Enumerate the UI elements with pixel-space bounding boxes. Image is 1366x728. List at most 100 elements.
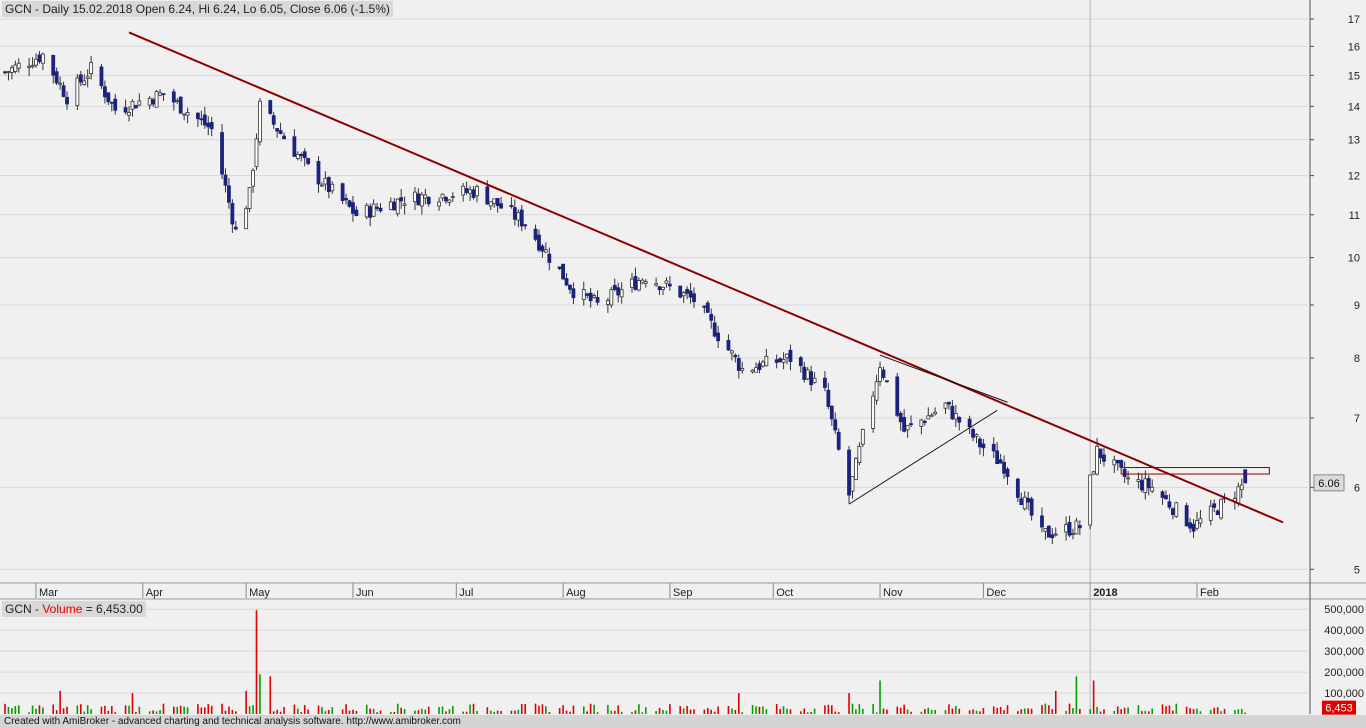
volume-header-prefix: GCN - (5, 602, 43, 616)
volume-bar (52, 704, 55, 714)
price-tick-label: 17 (1348, 14, 1360, 26)
volume-bar (1017, 711, 1019, 714)
volume-bar (806, 712, 809, 714)
candle-body (440, 193, 445, 199)
volume-bar (400, 707, 402, 714)
candle-body (902, 417, 907, 432)
volume-bar (90, 709, 92, 714)
candle-body (1088, 474, 1093, 526)
chart-window: 5 6 7 8 9 10 11 12 13 14 15 16 17 Mar Apr May Jun Jul Aug S… (0, 0, 1366, 728)
candle-body (34, 58, 38, 66)
volume-bar (520, 704, 523, 714)
stock-chart[interactable]: 5 6 7 8 9 10 11 12 13 14 15 16 17 Mar Apr May Jun Jul Aug S… (0, 0, 1366, 715)
volume-bar (162, 703, 165, 714)
candle-body (633, 276, 638, 290)
volume-bar (307, 709, 309, 714)
volume-bar (276, 709, 278, 714)
volume-bar (879, 680, 881, 714)
volume-bar (762, 706, 764, 714)
volume-bar (1020, 709, 1023, 714)
candle-body (399, 197, 404, 202)
volume-bar (469, 704, 471, 714)
volume-bar (620, 711, 623, 714)
volume-bar (910, 711, 912, 714)
candle-body (636, 280, 641, 291)
volume-bar (476, 710, 478, 714)
candle-body (161, 93, 166, 96)
candle-body (971, 428, 975, 438)
volume-bar (279, 711, 282, 714)
candle-body (330, 183, 335, 192)
volume-bar (1054, 690, 1057, 714)
volume-bar (341, 709, 344, 714)
candle-body (206, 122, 211, 128)
candle-body (147, 97, 152, 106)
price-tick-label: 8 (1354, 353, 1360, 365)
candle-body (664, 280, 669, 284)
volume-bar (427, 706, 430, 714)
candle-body (151, 99, 156, 105)
volume-bar (197, 704, 199, 714)
candle-body (974, 434, 979, 437)
volume-bar (872, 704, 874, 714)
volume-bar (200, 707, 203, 714)
candle-body (109, 101, 114, 104)
candle-body (368, 206, 373, 218)
candle-body (268, 100, 273, 114)
volume-bar (228, 706, 230, 714)
candle-body (275, 128, 280, 132)
candle-body (847, 449, 851, 496)
candle-body (1188, 522, 1192, 529)
last-price-label: 6.06 (1318, 478, 1339, 490)
volume-bar (1240, 708, 1243, 714)
volume-bar (369, 708, 371, 714)
candle-body (609, 289, 614, 306)
volume-bar (179, 705, 182, 714)
month-label: Dec (986, 587, 1006, 599)
candle-body (202, 114, 207, 126)
price-header: GCN - Daily 15.02.2018 Open 6.24, Hi 6.2… (2, 1, 393, 17)
candle-body (1191, 523, 1196, 532)
candle-body (1050, 534, 1055, 539)
volume-bar (638, 704, 640, 714)
candle-body (516, 212, 521, 221)
candle-body (953, 412, 958, 420)
volume-bar (979, 711, 981, 714)
candle-body (788, 349, 793, 362)
candle-body (16, 62, 21, 69)
candle-body (857, 446, 862, 464)
volume-bar (66, 706, 68, 714)
volume-bar (235, 711, 237, 714)
candle-body (419, 194, 424, 207)
volume-bar (951, 708, 954, 714)
candle-body (378, 207, 383, 212)
candle-body (523, 224, 528, 227)
volume-bar (393, 712, 396, 714)
candle-body (134, 105, 138, 109)
candle-body (37, 54, 42, 63)
volume-bar (28, 712, 30, 714)
volume-bar (999, 706, 1002, 714)
volume-bar (1027, 708, 1029, 714)
volume-bar (100, 706, 103, 714)
volume-bar (1161, 704, 1164, 714)
candle-body (750, 369, 755, 373)
volume-bar (107, 710, 110, 714)
price-tick-label: 14 (1348, 101, 1360, 113)
volume-bar (1141, 711, 1143, 714)
candle-body (137, 100, 142, 106)
candle-body (1160, 491, 1165, 498)
candle-body (702, 305, 707, 308)
volume-bar (789, 709, 792, 714)
candle-body (785, 353, 789, 359)
candle-body (736, 358, 741, 371)
candle-body (809, 371, 814, 386)
candle-body (588, 292, 593, 302)
volume-bar (293, 704, 296, 714)
volume-bar (1165, 706, 1167, 714)
candle-body (413, 191, 417, 203)
volume-bar (231, 710, 234, 714)
last-volume-label: 6,453 (1325, 703, 1353, 715)
volume-bar (968, 710, 971, 714)
candle-body (227, 185, 231, 203)
